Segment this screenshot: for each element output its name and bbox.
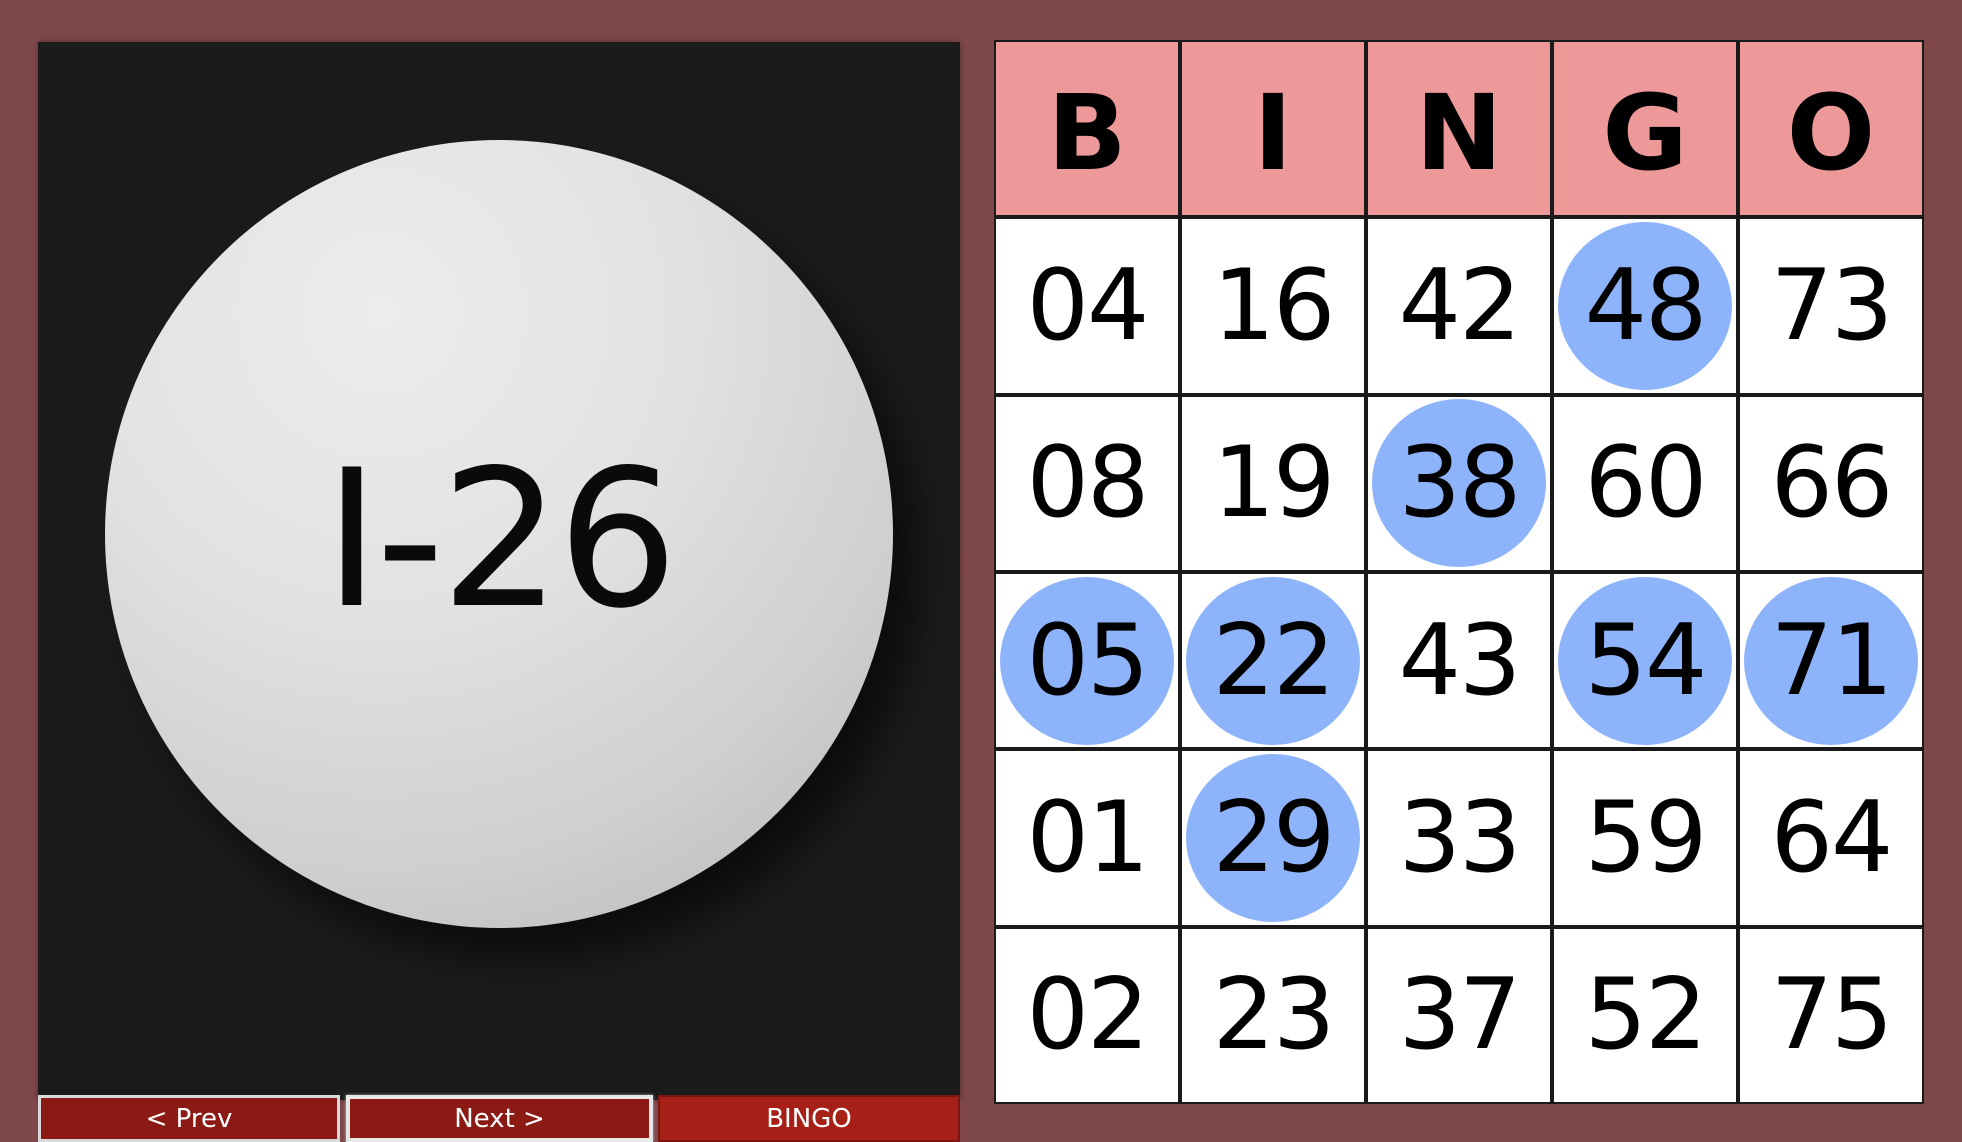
cell-number-b: 04	[1026, 248, 1150, 363]
card-cell[interactable]: 22	[1182, 573, 1364, 748]
bingo-button[interactable]: BINGO	[658, 1095, 960, 1142]
card-cell[interactable]: 05	[996, 573, 1178, 748]
card-cell[interactable]: 59	[1554, 751, 1736, 925]
card-cell[interactable]: 23	[1182, 928, 1364, 1102]
card-cell[interactable]: 73	[1740, 219, 1922, 393]
prev-button[interactable]: < Prev	[38, 1095, 340, 1142]
cell-number-n: 37	[1398, 958, 1522, 1073]
cell-number-g: 54	[1584, 603, 1708, 718]
column-header-g: G	[1554, 42, 1736, 216]
card-cell[interactable]: 04	[996, 219, 1178, 393]
card-cell[interactable]: 02	[996, 928, 1178, 1102]
cell-number-o: 66	[1770, 426, 1894, 541]
cell-number-b: 08	[1026, 426, 1150, 541]
cell-number-i: 16	[1212, 248, 1336, 363]
cell-number-b: 01	[1026, 780, 1150, 895]
cell-number-n: 43	[1398, 603, 1522, 718]
card-cell[interactable]: 66	[1740, 396, 1922, 570]
card-cell[interactable]: 75	[1740, 928, 1922, 1102]
cell-number-i: 22	[1212, 603, 1336, 718]
cell-number-i: 23	[1212, 958, 1336, 1073]
column-header-i: I	[1182, 42, 1364, 216]
cell-number-o: 75	[1770, 958, 1894, 1073]
cell-number-g: 60	[1584, 426, 1708, 541]
card-cell[interactable]: 37	[1368, 928, 1550, 1102]
current-ball-label: I-26	[323, 428, 678, 650]
card-cell[interactable]: 54	[1554, 573, 1736, 748]
card-cell[interactable]: 52	[1554, 928, 1736, 1102]
column-header-n: N	[1368, 42, 1550, 216]
cell-number-b: 02	[1026, 958, 1150, 1073]
column-header-o: O	[1740, 42, 1922, 216]
cell-number-o: 71	[1770, 603, 1894, 718]
cell-number-g: 59	[1584, 780, 1708, 895]
card-cell[interactable]: 19	[1182, 396, 1364, 570]
card-cell[interactable]: 01	[996, 751, 1178, 925]
card-cell[interactable]: 38	[1368, 396, 1550, 570]
ball-panel: I-26 < Prev Next > BINGO	[38, 42, 960, 1142]
card-cell[interactable]: 43	[1368, 573, 1550, 748]
cell-number-i: 19	[1212, 426, 1336, 541]
card-cell[interactable]: 48	[1554, 219, 1736, 393]
bingo-ball: I-26	[105, 140, 893, 928]
cell-number-n: 38	[1398, 426, 1522, 541]
card-cell[interactable]: 29	[1182, 751, 1364, 925]
card-cell[interactable]: 08	[996, 396, 1178, 570]
cell-number-o: 64	[1770, 780, 1894, 895]
card-cell[interactable]: 42	[1368, 219, 1550, 393]
next-button[interactable]: Next >	[346, 1095, 653, 1142]
card-cell[interactable]: 64	[1740, 751, 1922, 925]
column-header-b: B	[996, 42, 1178, 216]
cell-number-n: 33	[1398, 780, 1522, 895]
cell-number-i: 29	[1212, 780, 1336, 895]
cell-number-b: 05	[1026, 603, 1150, 718]
card-cell[interactable]: 60	[1554, 396, 1736, 570]
card-cell[interactable]: 16	[1182, 219, 1364, 393]
cell-number-g: 48	[1584, 248, 1708, 363]
cell-number-n: 42	[1398, 248, 1522, 363]
card-cell[interactable]: 71	[1740, 573, 1922, 748]
bingo-card: B I N G O 04 16 42 48 73 08 19 38 60 66 05 22 43 54 71…	[994, 40, 1924, 1104]
cell-number-g: 52	[1584, 958, 1708, 1073]
card-cell[interactable]: 33	[1368, 751, 1550, 925]
cell-number-o: 73	[1770, 248, 1894, 363]
